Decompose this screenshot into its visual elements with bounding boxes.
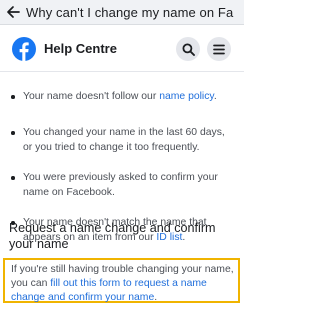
list-item-text: You changed your name in the last 60 day… (23, 127, 225, 153)
list-item-text-end: . (213, 91, 217, 102)
browser-bar: Why can't I change my name on Fa (0, 0, 244, 25)
page-title: Why can't I change my name on Fa (26, 4, 234, 20)
back-arrow-icon (7, 6, 20, 18)
callout-text-end: . (154, 292, 158, 303)
highlighted-callout: If you're still having trouble changing … (3, 258, 240, 303)
search-button[interactable] (176, 37, 200, 61)
search-icon (182, 43, 195, 56)
hamburger-menu-icon (213, 44, 225, 54)
menu-button[interactable] (207, 37, 231, 61)
back-button[interactable] (0, 0, 26, 25)
help-centre-title[interactable]: Help Centre (44, 41, 117, 56)
list-item-text: Your name doesn't follow our (23, 91, 160, 102)
section-heading: Request a name change and confirm your n… (9, 221, 216, 251)
bullet-dot (11, 95, 15, 99)
facebook-logo-icon[interactable] (12, 37, 36, 61)
bullet-dot (11, 131, 15, 135)
help-centre-header: Help Centre (0, 26, 244, 72)
bullet-dot (11, 176, 15, 180)
name-policy-link[interactable]: name policy (159, 91, 214, 102)
list-item-text: You were previously asked to confirm you… (23, 172, 218, 198)
